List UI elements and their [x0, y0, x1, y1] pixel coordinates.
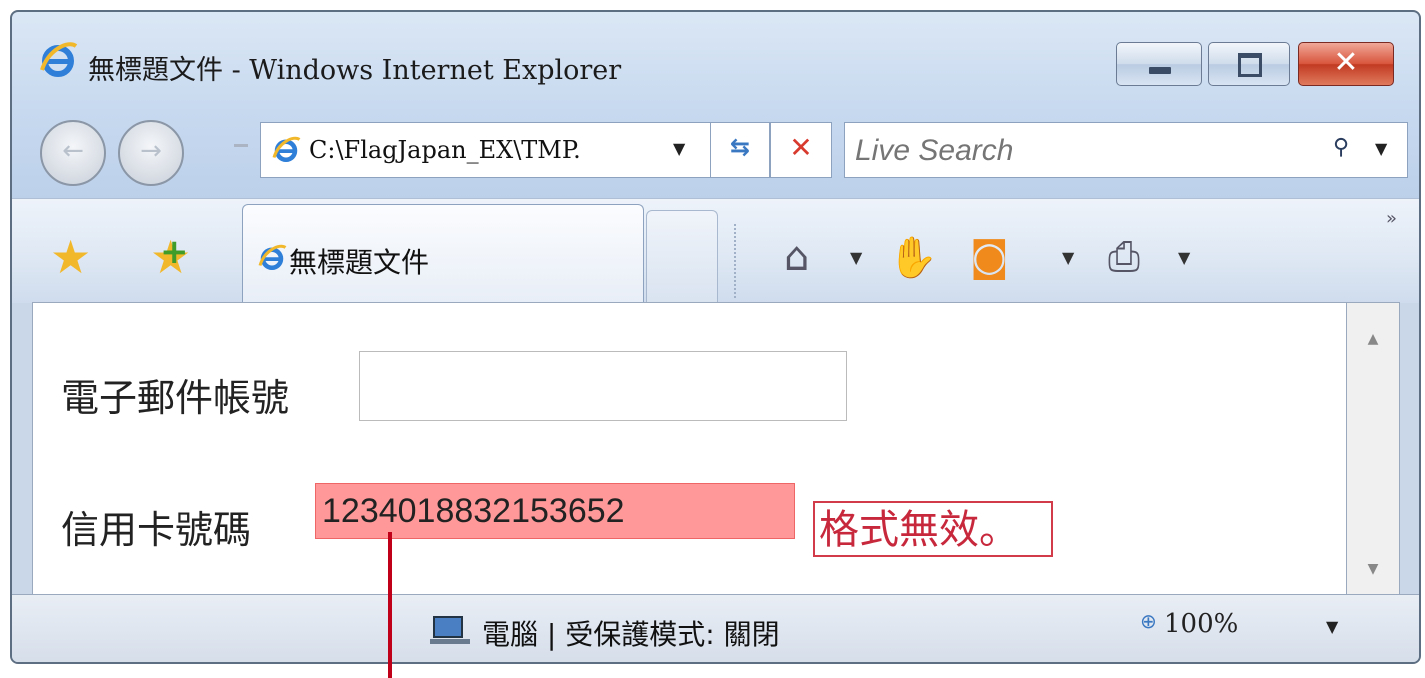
- rss-feed-icon[interactable]: ◙: [970, 234, 1009, 280]
- print-icon[interactable]: ⎙: [1108, 234, 1140, 280]
- forward-arrow-icon: →: [140, 136, 162, 166]
- tab-active[interactable]: 無標題文件: [242, 204, 644, 303]
- window-title: 無標題文件 - Windows Internet Explorer: [88, 55, 622, 86]
- computer-zone-icon: [430, 616, 470, 644]
- refresh-icon: ⇆: [729, 133, 751, 161]
- address-dropdown-icon[interactable]: ▼: [673, 139, 685, 158]
- zoom-level[interactable]: 100%: [1164, 609, 1238, 639]
- home-icon[interactable]: ⌂: [784, 234, 809, 280]
- search-icon[interactable]: ⚲: [1333, 135, 1349, 160]
- ie-logo-icon: [40, 42, 78, 77]
- email-label: 電子郵件帳號: [61, 376, 290, 420]
- address-bar[interactable]: C:\FlagJapan_EX\TMP. ▼: [260, 122, 712, 178]
- feed-dropdown-icon[interactable]: ▼: [1062, 248, 1074, 267]
- favorites-star-icon[interactable]: ★: [50, 230, 91, 284]
- card-number-field[interactable]: [316, 484, 794, 538]
- back-arrow-icon: ←: [62, 136, 84, 166]
- close-button[interactable]: ✕: [1298, 42, 1394, 86]
- maximize-button[interactable]: [1208, 42, 1290, 86]
- search-options-dropdown-icon[interactable]: ▼: [1375, 139, 1387, 158]
- forward-button[interactable]: →: [118, 120, 184, 186]
- close-icon: ✕: [1333, 45, 1359, 80]
- scroll-up-icon[interactable]: ▲: [1347, 331, 1399, 347]
- search-box[interactable]: ⚲ ▼: [844, 122, 1408, 178]
- minimize-button[interactable]: [1116, 42, 1202, 86]
- recent-pages-dropdown[interactable]: [234, 144, 248, 147]
- zoom-icon[interactable]: ⊕: [1140, 609, 1157, 633]
- search-input[interactable]: [853, 131, 1287, 171]
- tab-label: 無標題文件: [289, 246, 430, 279]
- status-bar: 電腦 | 受保護模式: 關閉 ⊕ 100% ▼: [12, 594, 1419, 662]
- toolbar-overflow-icon[interactable]: »: [1386, 208, 1397, 229]
- toolbar-grip[interactable]: [734, 224, 740, 298]
- email-field[interactable]: [360, 352, 846, 420]
- security-zone-status[interactable]: 電腦 | 受保護模式: 關閉: [482, 613, 780, 653]
- new-tab-button[interactable]: [646, 210, 718, 303]
- back-button[interactable]: ←: [40, 120, 106, 186]
- email-field-box[interactable]: [359, 351, 847, 421]
- zoom-dropdown-icon[interactable]: ▼: [1326, 617, 1338, 636]
- vertical-scrollbar[interactable]: ▲ ▼: [1346, 302, 1400, 596]
- title-bar: 無標題文件 - Windows Internet Explorer ✕: [12, 12, 1419, 108]
- refresh-button[interactable]: ⇆: [710, 122, 770, 178]
- card-label: 信用卡號碼: [61, 508, 252, 552]
- callout-line: [388, 532, 392, 678]
- maximize-icon: [1238, 53, 1262, 77]
- stop-icon: ✕: [789, 131, 813, 164]
- print-dropdown-icon[interactable]: ▼: [1178, 248, 1190, 267]
- stop-button[interactable]: ✕: [770, 122, 832, 178]
- ie-page-icon: [272, 136, 301, 162]
- add-favorite-icon[interactable]: ★ +: [150, 230, 191, 284]
- validation-error-message: 格式無效。: [813, 501, 1053, 557]
- ie-tab-icon: [258, 244, 287, 270]
- address-url[interactable]: C:\FlagJapan_EX\TMP.: [309, 136, 581, 164]
- scroll-down-icon[interactable]: ▼: [1347, 561, 1399, 577]
- hand-icon[interactable]: ✋: [888, 234, 938, 281]
- card-number-field-box[interactable]: [315, 483, 795, 539]
- minimize-icon: [1149, 67, 1171, 74]
- page-content: 電子郵件帳號 信用卡號碼 格式無效。: [32, 302, 1347, 596]
- home-dropdown-icon[interactable]: ▼: [850, 248, 862, 267]
- browser-window: 無標題文件 - Windows Internet Explorer ✕ ← → …: [10, 10, 1421, 664]
